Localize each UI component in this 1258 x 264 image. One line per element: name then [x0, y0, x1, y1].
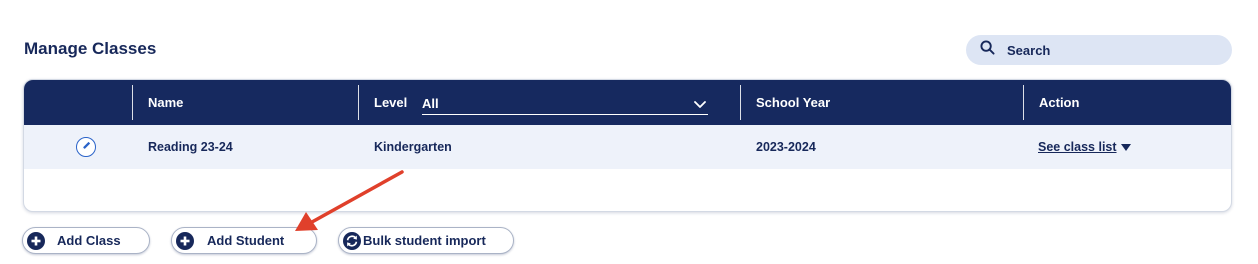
bulk-student-import-label: Bulk student import: [363, 233, 486, 248]
cell-class-name: Reading 23-24: [148, 140, 233, 154]
column-divider: [132, 85, 133, 120]
bulk-student-import-button[interactable]: Bulk student import: [338, 227, 514, 254]
edit-class-button[interactable]: [76, 137, 96, 157]
table-header: Name Level All School Year Action: [24, 80, 1231, 125]
level-filter-value: All: [422, 96, 439, 111]
add-class-label: Add Class: [57, 233, 121, 248]
cell-level: Kindergarten: [374, 140, 452, 154]
see-class-list-link[interactable]: See class list: [1038, 140, 1131, 154]
cell-action: See class list: [1038, 125, 1131, 169]
add-class-button[interactable]: Add Class: [22, 227, 150, 254]
caret-down-icon: [1120, 143, 1131, 151]
column-header-level: Level: [374, 95, 408, 110]
column-divider: [358, 85, 359, 120]
classes-table: Name Level All School Year Action Readin…: [23, 79, 1232, 212]
page-title: Manage Classes: [24, 39, 157, 58]
column-header-name: Name: [148, 95, 184, 110]
cell-school-year: 2023-2024: [756, 140, 816, 154]
table-row: Reading 23-24 Kindergarten 2023-2024 See…: [24, 125, 1231, 169]
column-divider: [740, 85, 741, 120]
pencil-icon: [81, 140, 92, 154]
column-header-school-year: School Year: [756, 95, 831, 110]
plus-circle-icon: [27, 231, 45, 250]
level-filter-dropdown[interactable]: All: [422, 93, 708, 115]
column-divider: [1023, 85, 1024, 120]
plus-circle-icon: [176, 231, 194, 250]
add-student-label: Add Student: [207, 233, 285, 248]
search-input[interactable]: [1007, 42, 1207, 58]
see-class-list-label: See class list: [1038, 140, 1117, 154]
column-header-action: Action: [1039, 95, 1080, 110]
add-student-button[interactable]: Add Student: [171, 227, 317, 254]
search-box[interactable]: [966, 35, 1232, 65]
sync-icon: [343, 231, 361, 250]
chevron-down-icon: [694, 97, 706, 108]
search-icon: [980, 40, 995, 60]
